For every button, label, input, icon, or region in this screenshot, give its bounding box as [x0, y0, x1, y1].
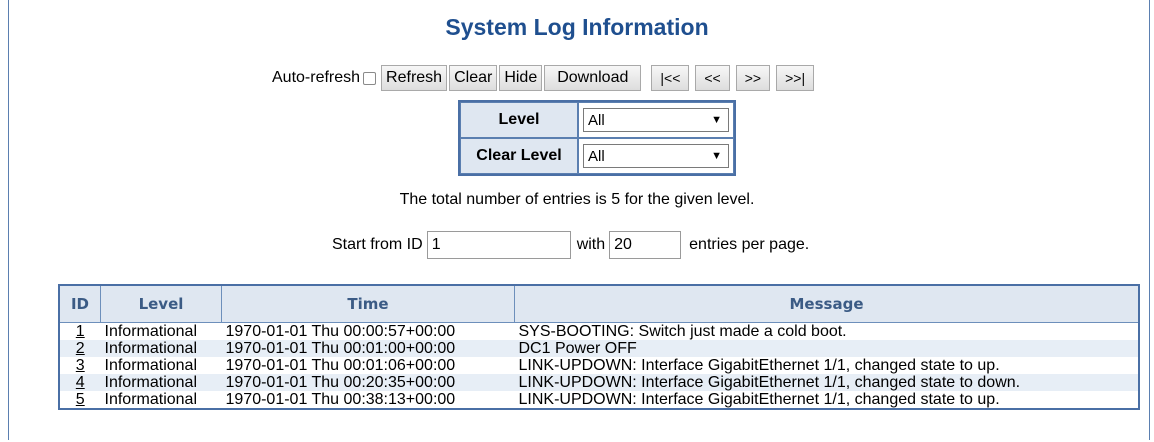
log-time: 1970-01-01 Thu 00:38:13+00:00	[225, 391, 456, 408]
entries-summary: The total number of entries is 5 for the…	[399, 191, 755, 208]
log-level: Informational	[100, 340, 222, 357]
clear-button[interactable]: Clear	[449, 65, 498, 91]
log-message: LINK-UPDOWN: Interface GigabitEthernet 1…	[514, 374, 1139, 391]
table-row: 1 Informational 1970-01-01 Thu 00:00:57+…	[59, 323, 1139, 341]
log-level: Informational	[104, 391, 198, 408]
log-id-link[interactable]: 3	[59, 357, 101, 374]
entries-per-page-label: entries per page.	[689, 236, 810, 253]
dropdown-arrow-icon: ▼	[711, 150, 722, 162]
level-select-value: All	[588, 111, 605, 129]
header-level: Level	[100, 284, 222, 323]
header-message: Message	[514, 284, 1140, 323]
entries-per-page-input[interactable]: 20	[609, 231, 682, 259]
level-filter-table: Level All ▼ Clear Level All ▼	[458, 100, 736, 176]
clear-level-select-value: All	[588, 147, 605, 165]
log-header-row: ID Level Time Message	[58, 284, 1140, 323]
log-time: 1970-01-01 Thu 00:01:00+00:00	[221, 340, 515, 357]
log-message: LINK-UPDOWN: Interface GigabitEthernet 1…	[518, 357, 1000, 374]
auto-refresh-label: Auto-refresh	[272, 69, 361, 86]
level-label: Level	[460, 102, 578, 138]
header-id: ID	[58, 284, 101, 323]
log-id-link[interactable]: 1	[59, 323, 101, 341]
with-label: with	[576, 236, 606, 253]
log-table: ID Level Time Message 1 Informational 19…	[58, 284, 1140, 410]
log-level: Informational	[104, 323, 198, 340]
clear-level-label: Clear Level	[460, 138, 578, 174]
start-id-input[interactable]: 1	[426, 231, 571, 259]
last-page-button[interactable]: >>|	[776, 65, 815, 91]
log-message: DC1 Power OFF	[514, 340, 1139, 357]
log-time: 1970-01-01 Thu 00:01:06+00:00	[225, 357, 456, 374]
prev-page-button[interactable]: <<	[695, 65, 730, 91]
table-row: 3 Informational 1970-01-01 Thu 00:01:06+…	[59, 357, 1139, 374]
level-select[interactable]: All ▼	[583, 108, 729, 132]
refresh-button[interactable]: Refresh	[381, 65, 448, 91]
page-title: System Log Information	[445, 14, 709, 40]
next-page-button[interactable]: >>	[735, 65, 771, 91]
auto-refresh-checkbox[interactable]	[363, 71, 377, 85]
log-time: 1970-01-01 Thu 00:00:57+00:00	[225, 323, 456, 340]
hide-button[interactable]: Hide	[499, 65, 543, 91]
table-row: 2 Informational 1970-01-01 Thu 00:01:00+…	[59, 340, 1139, 357]
start-from-label: Start from ID	[332, 236, 423, 253]
log-level: Informational	[104, 357, 198, 374]
log-message: LINK-UPDOWN: Interface GigabitEthernet 1…	[518, 391, 1000, 408]
table-row: 4 Informational 1970-01-01 Thu 00:20:35+…	[59, 374, 1139, 391]
log-time: 1970-01-01 Thu 00:20:35+00:00	[221, 374, 515, 391]
download-button[interactable]: Download	[544, 65, 642, 91]
paging-controls: Start from ID 1 with 20 entries per page…	[332, 231, 809, 259]
clear-level-select[interactable]: All ▼	[583, 144, 729, 168]
log-level: Informational	[100, 374, 222, 391]
first-page-button[interactable]: |<<	[651, 65, 690, 91]
log-id-link[interactable]: 5	[59, 391, 101, 409]
dropdown-arrow-icon: ▼	[711, 114, 722, 126]
header-time: Time	[221, 284, 515, 323]
log-id-link[interactable]: 4	[59, 374, 101, 391]
log-message: SYS-BOOTING: Switch just made a cold boo…	[518, 323, 847, 340]
table-row: 5 Informational 1970-01-01 Thu 00:38:13+…	[59, 391, 1139, 409]
toolbar: Auto-refresh Refresh Clear Hide Download…	[272, 64, 820, 92]
log-id-link[interactable]: 2	[59, 340, 101, 357]
